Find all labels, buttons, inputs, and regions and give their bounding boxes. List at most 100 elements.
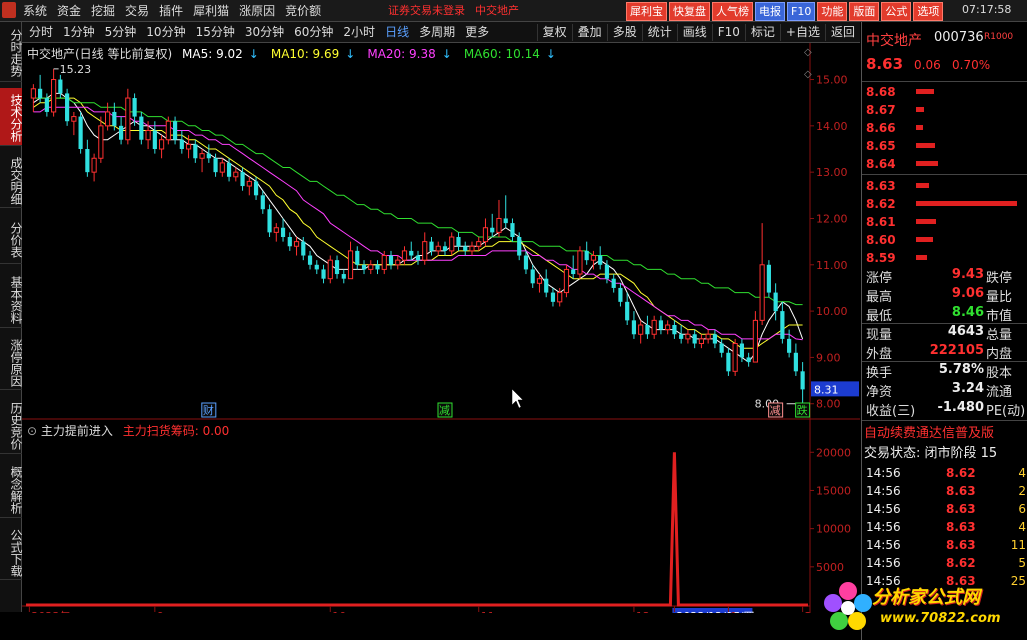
order-book-row[interactable]: 8.64 [862, 155, 1027, 173]
stat-label-2: 内盘 [986, 347, 1013, 362]
chart-zoom-diamond-icon[interactable]: ◇ [804, 47, 812, 58]
ma-line-ma60 [33, 97, 803, 306]
order-book-row[interactable]: 8.65 [862, 137, 1027, 155]
chart-action-button[interactable]: F10 [711, 24, 745, 41]
order-book-row[interactable]: 8.59 [862, 249, 1027, 267]
period-tab[interactable]: 2小时 [338, 24, 380, 41]
tool-button[interactable]: 快复盘 [669, 2, 710, 21]
y-tick-label: 10.00 [816, 305, 848, 318]
period-tab[interactable]: 10分钟 [141, 24, 190, 41]
candle-body [631, 320, 637, 335]
sub-indicator-name[interactable]: 主力提前进入 [41, 424, 113, 438]
tool-button[interactable]: 版面 [849, 2, 880, 21]
left-tab[interactable]: 涨停原因 [0, 334, 23, 390]
period-tab[interactable]: 60分钟 [289, 24, 338, 41]
order-book-row[interactable]: 8.68 [862, 83, 1027, 101]
trade-state: 交易状态: 闭市阶段 15 [864, 446, 998, 461]
y-tick-label: 9.00 [816, 351, 841, 364]
price-change-pct: 0.70% [952, 58, 991, 72]
tool-button[interactable]: 功能 [817, 2, 848, 21]
candle-body [739, 343, 744, 358]
kline-chart-area[interactable]: 15.00 14.00 13.00 12.00 11.00 10.00 9.00 8.00 15… [22, 43, 860, 613]
stat-label: 最高 [866, 290, 893, 305]
login-notice[interactable]: 证券交易未登录 中交地产 [388, 3, 529, 19]
stat-label-2: 市值 [986, 309, 1013, 324]
sub-indicator-legend: ⊙ 主力提前进入 主力扫货筹码: 0.00 [27, 422, 229, 439]
chart-action-button[interactable]: 统计 [641, 24, 677, 41]
notice-text[interactable]: 证券交易未登录 [388, 4, 465, 17]
period-tab[interactable]: 5分钟 [100, 24, 142, 41]
tool-button[interactable]: 选项 [913, 2, 944, 21]
order-book-row[interactable]: 8.61 [862, 213, 1027, 231]
event-marker-label[interactable]: 减 [439, 404, 450, 417]
order-volume-bar [916, 161, 938, 166]
order-price: 8.67 [866, 103, 896, 117]
left-tab[interactable]: 分时走势 [0, 22, 23, 82]
order-volume-bar [916, 201, 1018, 206]
menu-item[interactable]: 挖掘 [86, 2, 120, 20]
menu-item[interactable]: 资金 [52, 2, 86, 20]
chart-action-button[interactable]: 标记 [744, 24, 780, 41]
candle-body [503, 218, 508, 224]
left-tab[interactable]: 概念解析 [0, 460, 23, 518]
left-tab[interactable]: 技术分析 [0, 88, 23, 146]
chart-action-button[interactable]: 返回 [824, 24, 860, 41]
period-tab[interactable]: 15分钟 [191, 24, 240, 41]
candle-body [347, 250, 354, 280]
stat-label: 外盘 [866, 347, 893, 362]
tick-row: 14:56 8.63 11 [862, 536, 1027, 554]
y-tick-label: 12.00 [816, 212, 848, 225]
period-tab[interactable]: 1分钟 [58, 24, 100, 41]
order-book-row[interactable]: 8.62 [862, 195, 1027, 213]
news-ticker[interactable]: 自动续费通达信普及版 [864, 422, 994, 441]
period-tab[interactable]: 多周期 [414, 24, 460, 41]
ma-legend-value: MA20: 9.38 [367, 47, 436, 61]
candle-body [65, 93, 70, 122]
tool-button[interactable]: 人气榜 [712, 2, 753, 21]
chart-action-button[interactable]: 画线 [676, 24, 712, 41]
menu-item[interactable]: 系统 [18, 2, 52, 20]
left-tab[interactable]: 基本资料 [0, 270, 23, 328]
left-tab[interactable]: 成交明细 [0, 152, 23, 208]
menu-item[interactable]: 犀利猫 [188, 2, 234, 20]
menu-item[interactable]: 涨原因 [234, 2, 280, 20]
tool-button[interactable]: 电报 [755, 2, 785, 21]
order-book-row[interactable]: 8.66 [862, 119, 1027, 137]
tool-button[interactable]: F10 [787, 2, 816, 21]
x-tick-label: 2023/12/07/四 [676, 610, 754, 613]
chart-action-button[interactable]: 多股 [606, 24, 642, 41]
chart-action-button[interactable]: 复权 [536, 24, 572, 41]
event-marker-label[interactable]: 减 [770, 404, 781, 417]
chart-action-button[interactable]: +自选 [779, 24, 825, 41]
kline-chart-svg[interactable]: 15.0014.0013.0012.0011.0010.009.008.0015… [22, 43, 860, 613]
tool-button[interactable]: 公式 [881, 2, 912, 21]
order-book-row[interactable]: 8.63 [862, 177, 1027, 195]
menu-item[interactable]: 竞价额 [280, 2, 326, 20]
chart-collapse-icon[interactable]: ◇ [804, 69, 812, 80]
left-vertical-tabs: 分时走势技术分析成交明细分价表基本资料涨停原因历史竞价概念解析公式下载 [0, 22, 23, 612]
period-tab[interactable]: 更多 [460, 24, 494, 41]
period-tab[interactable]: 30分钟 [240, 24, 289, 41]
period-tab[interactable]: 日线 [380, 24, 414, 41]
candle-body [58, 79, 63, 94]
candle-body [280, 227, 286, 237]
y-tick-label: 11.00 [816, 259, 848, 272]
left-tab[interactable]: 历史竞价 [0, 396, 23, 454]
left-tab[interactable]: 分价表 [0, 214, 23, 264]
menu-item[interactable]: 交易 [120, 2, 154, 20]
order-book-row[interactable]: 8.60 [862, 231, 1027, 249]
quote-stat-row: 现量 4643 总量 [862, 323, 1027, 343]
event-marker-label[interactable]: 跌 [797, 403, 808, 417]
chart-action-button[interactable]: 叠加 [571, 24, 607, 41]
order-book-row[interactable]: 8.67 [862, 101, 1027, 119]
left-tab[interactable]: 公式下载 [0, 524, 23, 580]
period-tab[interactable]: 分时 [24, 24, 58, 41]
menu-item[interactable]: 插件 [154, 2, 188, 20]
stat-label-2: PE(动) [986, 404, 1026, 419]
order-volume-bar [916, 219, 936, 224]
order-volume-bar [916, 237, 933, 242]
notice-text[interactable]: 中交地产 [475, 4, 519, 17]
sub-indicator-collapse-icon[interactable]: ⊙ [27, 424, 37, 438]
tool-button[interactable]: 犀利宝 [626, 2, 667, 21]
event-marker-label[interactable]: 财 [203, 403, 214, 417]
